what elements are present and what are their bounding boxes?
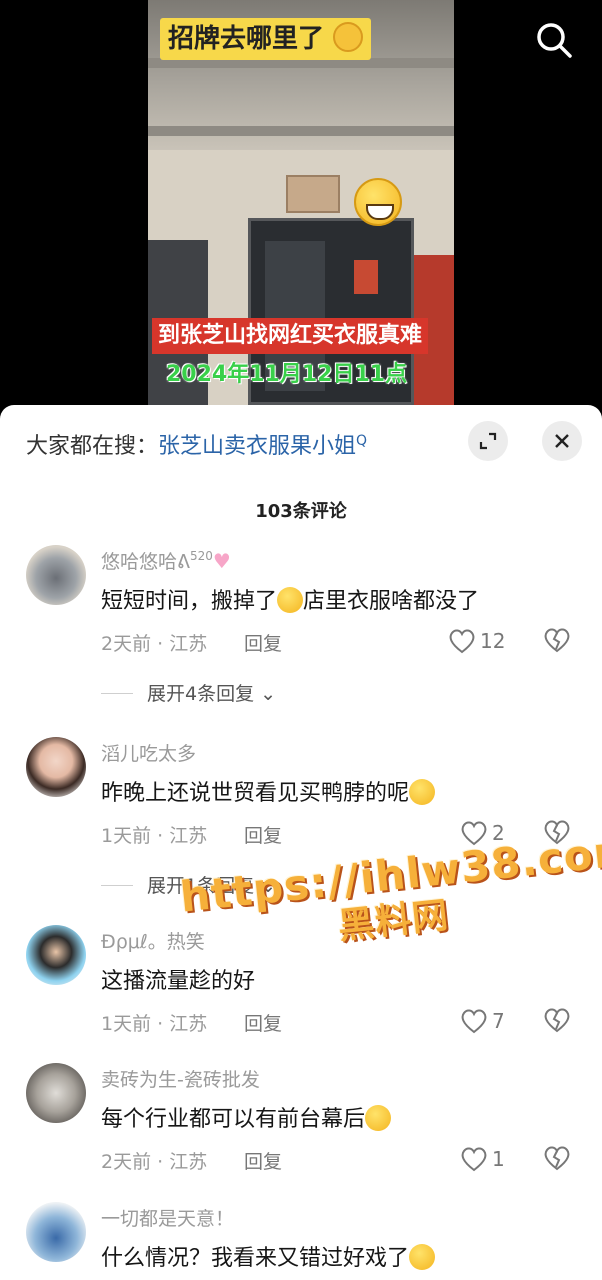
expand-replies-button[interactable]: 展开4条回复 ⌄: [101, 679, 276, 706]
grin-emoji-icon: [354, 178, 402, 226]
dislike-button[interactable]: [543, 627, 571, 655]
video-beam: [148, 126, 454, 136]
comment-time: 1天前: [101, 825, 152, 847]
search-prefix: 大家都在搜：: [26, 434, 159, 459]
search-suggestion[interactable]: 大家都在搜：张芝山卖衣服果小姐Q: [26, 425, 368, 459]
reply-button[interactable]: 回复: [244, 1009, 282, 1036]
rofl-emoji-icon: [333, 22, 364, 52]
like-count: 7: [492, 1009, 505, 1033]
video-player[interactable]: 招牌去哪里了 到张芝山找网红买衣服真难 2024年11月12日11点: [0, 0, 602, 405]
comment-username[interactable]: 滔儿吃太多: [101, 739, 196, 766]
comment-text-part: 店里衣服啥都没了: [303, 589, 480, 614]
comment-text-part: 每个行业都可以有前台幕后: [101, 1107, 366, 1132]
rofl-emoji-icon: [365, 1105, 392, 1131]
comment-text: 短短时间，搬掉了 店里衣服啥都没了: [101, 583, 479, 615]
username-superscript: 520: [190, 549, 213, 563]
comments-sheet: 大家都在搜：张芝山卖衣服果小姐Q 103条评论 悠哈悠哈ᕕ520♥ 短短时间，搬…: [0, 405, 602, 1280]
heart-outline-icon: [461, 1147, 487, 1172]
heart-outline-icon: [449, 629, 475, 654]
reply-button[interactable]: 回复: [244, 1147, 282, 1174]
close-sheet-button[interactable]: [542, 421, 582, 461]
heart-outline-icon: [461, 1009, 487, 1034]
comment-text: 这播流量趁的好: [101, 969, 256, 994]
video-sign-plate: [286, 175, 340, 213]
comment-username[interactable]: 卖砖为生-瓷砖批发: [101, 1065, 260, 1092]
comment-text-part: 昨晚上还说世贸看见买鸭脖的呢: [101, 781, 410, 806]
video-caption-main: 到张芝山找网红买衣服真难: [152, 318, 429, 354]
shush-emoji-icon: [409, 1244, 436, 1270]
search-icon[interactable]: [534, 20, 574, 60]
comment-location: 江苏: [169, 1013, 208, 1035]
comment-count: 103条评论: [255, 501, 347, 522]
like-count: 12: [480, 629, 506, 653]
video-caption-date: 2024年11月12日11点: [166, 362, 408, 387]
expand-sheet-button[interactable]: [468, 421, 508, 461]
like-button[interactable]: 1: [460, 1145, 505, 1173]
comment-text-part: 什么情况？我看来又错过好戏了: [101, 1246, 410, 1271]
avatar[interactable]: [26, 737, 86, 797]
search-suggestion-term[interactable]: 张芝山卖衣服果小姐: [158, 434, 356, 459]
comment-text: 什么情况？我看来又错过好戏了: [101, 1240, 436, 1272]
like-count: 1: [492, 1147, 505, 1171]
like-button[interactable]: 12: [448, 627, 505, 655]
comment-location: 江苏: [169, 633, 208, 655]
broken-heart-icon: [544, 628, 570, 653]
reply-button[interactable]: 回复: [244, 821, 282, 848]
comment-time: 2天前: [101, 1151, 152, 1173]
divider: [101, 885, 133, 886]
comment-time: 2天前: [101, 633, 152, 655]
dislike-button[interactable]: [543, 1007, 571, 1035]
expand-replies-label: 展开4条回复: [147, 683, 255, 705]
comment-username[interactable]: 一切都是天意！: [101, 1204, 234, 1231]
comment-location: 江苏: [169, 1151, 208, 1173]
rofl-emoji-icon: [409, 779, 436, 805]
avatar[interactable]: [26, 545, 86, 605]
search-suggestion-icon: Q: [356, 433, 368, 449]
broken-heart-icon: [544, 1146, 570, 1171]
avatar[interactable]: [26, 925, 86, 985]
video-door-sign: [354, 260, 378, 294]
comment-text-part: 短短时间，搬掉了: [101, 589, 278, 614]
pink-heart-icon: ♥: [212, 549, 231, 573]
broken-heart-icon: [544, 1008, 570, 1033]
expand-icon: [479, 432, 497, 450]
comment-text: 昨晚上还说世贸看见买鸭脖的呢: [101, 775, 436, 807]
video-caption-top: 招牌去哪里了: [160, 18, 372, 60]
reply-button[interactable]: 回复: [244, 629, 282, 656]
comment-meta: 2天前 · 江苏: [101, 1151, 208, 1173]
watermark: https://ihlw38.com 黑料网: [178, 825, 602, 967]
comment-meta: 2天前 · 江苏: [101, 633, 208, 655]
chevron-down-icon: ⌄: [260, 683, 277, 705]
caption-top-text: 招牌去哪里了: [168, 24, 325, 54]
grin-sweat-emoji-icon: [277, 587, 304, 613]
comment-text: 每个行业都可以有前台幕后: [101, 1101, 392, 1133]
like-button[interactable]: 7: [460, 1007, 505, 1035]
dislike-button[interactable]: [543, 1145, 571, 1173]
avatar[interactable]: [26, 1202, 86, 1262]
comment-location: 江苏: [169, 825, 208, 847]
comment-time: 1天前: [101, 1013, 152, 1035]
comment-meta: 1天前 · 江苏: [101, 825, 208, 847]
username-text: 悠哈悠哈ᕕ: [101, 551, 190, 573]
divider: [101, 693, 133, 694]
comment-meta: 1天前 · 江苏: [101, 1013, 208, 1035]
avatar[interactable]: [26, 1063, 86, 1123]
close-icon: [555, 434, 569, 448]
comment-username[interactable]: 悠哈悠哈ᕕ520♥: [101, 547, 231, 574]
